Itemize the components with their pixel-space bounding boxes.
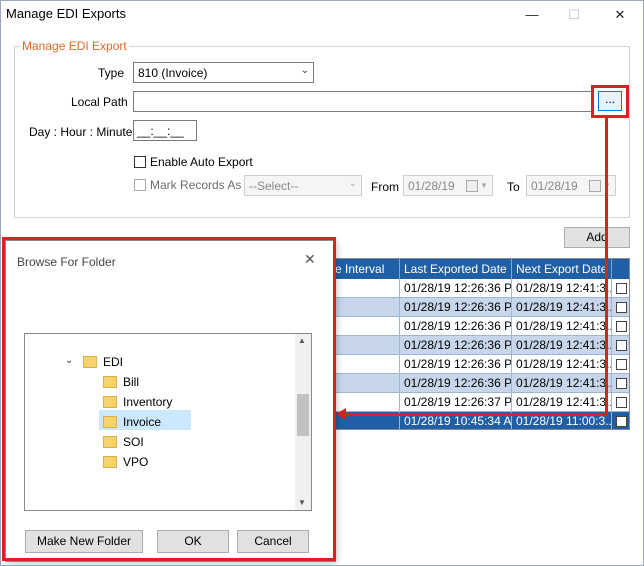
local-path-input[interactable]	[133, 91, 593, 112]
mark-records-value: --Select--	[249, 179, 299, 193]
caret-down-icon: ▼	[480, 181, 488, 190]
grid-cell-last: 01/28/19 12:26:37 P...	[400, 393, 512, 412]
row-checkbox[interactable]	[616, 321, 627, 332]
grid-cell-last: 01/28/19 12:26:36 P...	[400, 279, 512, 298]
grid-cell-last: 01/28/19 12:26:36 P...	[400, 374, 512, 393]
to-date-value: 01/28/19	[531, 179, 578, 193]
annotation-browse-highlight	[591, 85, 629, 118]
grid-cell-next: 01/28/19 12:41:3...	[512, 279, 612, 298]
row-checkbox[interactable]	[616, 378, 627, 389]
to-label: To	[507, 180, 520, 194]
grid-cell-next: 01/28/19 12:41:3...	[512, 393, 612, 412]
table-row[interactable]: 01/28/19 12:26:37 P... 01/28/19 12:41:3.…	[321, 393, 629, 412]
grid-cell-last: 01/28/19 12:26:36 P...	[400, 355, 512, 374]
from-label: From	[371, 180, 399, 194]
row-checkbox[interactable]	[616, 359, 627, 370]
calendar-icon	[466, 180, 478, 192]
table-row[interactable]: 01/28/19 12:26:36 P... 01/28/19 12:41:3.…	[321, 336, 629, 355]
grid-header-next-export[interactable]: Next Export Date	[512, 259, 612, 279]
mark-records-label: Mark Records As	[150, 178, 242, 192]
type-select[interactable]: 810 (Invoice) ⌄	[133, 62, 314, 83]
table-row[interactable]: 01/28/19 12:26:36 P... 01/28/19 12:41:3.…	[321, 279, 629, 298]
local-path-label: Local Path	[71, 95, 128, 109]
grid-cell-last: 01/28/19 12:26:36 P...	[400, 336, 512, 355]
minimize-button[interactable]: —	[512, 0, 552, 30]
calendar-icon	[589, 180, 601, 192]
table-row[interactable]: 01/28/19 12:26:36 P... 01/28/19 12:41:3.…	[321, 355, 629, 374]
chevron-down-icon: ⌄	[300, 65, 309, 76]
grid-cell-next: 01/28/19 12:41:3...	[512, 336, 612, 355]
grid-cell-last: 01/28/19 12:26:36 P...	[400, 317, 512, 336]
table-row[interactable]: 01/28/19 12:26:36 P... 01/28/19 12:41:3.…	[321, 374, 629, 393]
grid-cell-last: 01/28/19 12:26:36 P...	[400, 298, 512, 317]
exports-grid: me Interval Last Exported Date Next Expo…	[320, 258, 630, 430]
row-checkbox[interactable]	[616, 340, 627, 351]
grid-cell-next: 01/28/19 12:41:3...	[512, 317, 612, 336]
grid-cell-next: 01/28/19 12:41:3...	[512, 374, 612, 393]
add-button[interactable]: Add	[564, 227, 630, 248]
day-hour-minute-label: Day : Hour : Minute	[29, 125, 133, 139]
annotation-dialog-highlight	[2, 237, 336, 561]
to-date-picker[interactable]: 01/28/19 ▼	[526, 175, 616, 196]
grid-cell-next: 01/28/19 12:41:3...	[512, 355, 612, 374]
row-checkbox[interactable]	[616, 397, 627, 408]
annotation-connector-vertical	[605, 117, 608, 416]
row-checkbox[interactable]	[616, 283, 627, 294]
grid-header-select	[612, 259, 629, 279]
table-row[interactable]: 01/28/19 12:26:36 P... 01/28/19 12:41:3.…	[321, 298, 629, 317]
day-hour-minute-input[interactable]: __:__:__	[133, 120, 197, 141]
table-row[interactable]: 01/28/19 12:26:36 P... 01/28/19 12:41:3.…	[321, 317, 629, 336]
from-date-picker[interactable]: 01/28/19 ▼	[403, 175, 493, 196]
row-checkbox[interactable]	[616, 416, 627, 427]
type-label: Type	[98, 66, 125, 80]
annotation-connector-horizontal	[344, 413, 608, 416]
grid-cell-next: 01/28/19 12:41:3...	[512, 298, 612, 317]
group-label: Manage EDI Export	[20, 39, 129, 53]
type-value: 810 (Invoice)	[138, 66, 208, 80]
annotation-arrowhead	[336, 408, 346, 420]
grid-header-last-exported[interactable]: Last Exported Date	[400, 259, 512, 279]
close-button[interactable]: ✕	[600, 0, 640, 30]
window-title: Manage EDI Exports	[6, 6, 126, 21]
chevron-down-icon: ⌄	[348, 178, 357, 189]
mark-records-checkbox[interactable]	[134, 179, 146, 191]
enable-auto-export-checkbox[interactable]	[134, 156, 146, 168]
row-checkbox[interactable]	[616, 302, 627, 313]
mark-records-select[interactable]: --Select-- ⌄	[244, 175, 362, 196]
enable-auto-export-label: Enable Auto Export	[150, 155, 253, 169]
maximize-button[interactable]: ☐	[554, 0, 594, 30]
from-date-value: 01/28/19	[408, 179, 455, 193]
